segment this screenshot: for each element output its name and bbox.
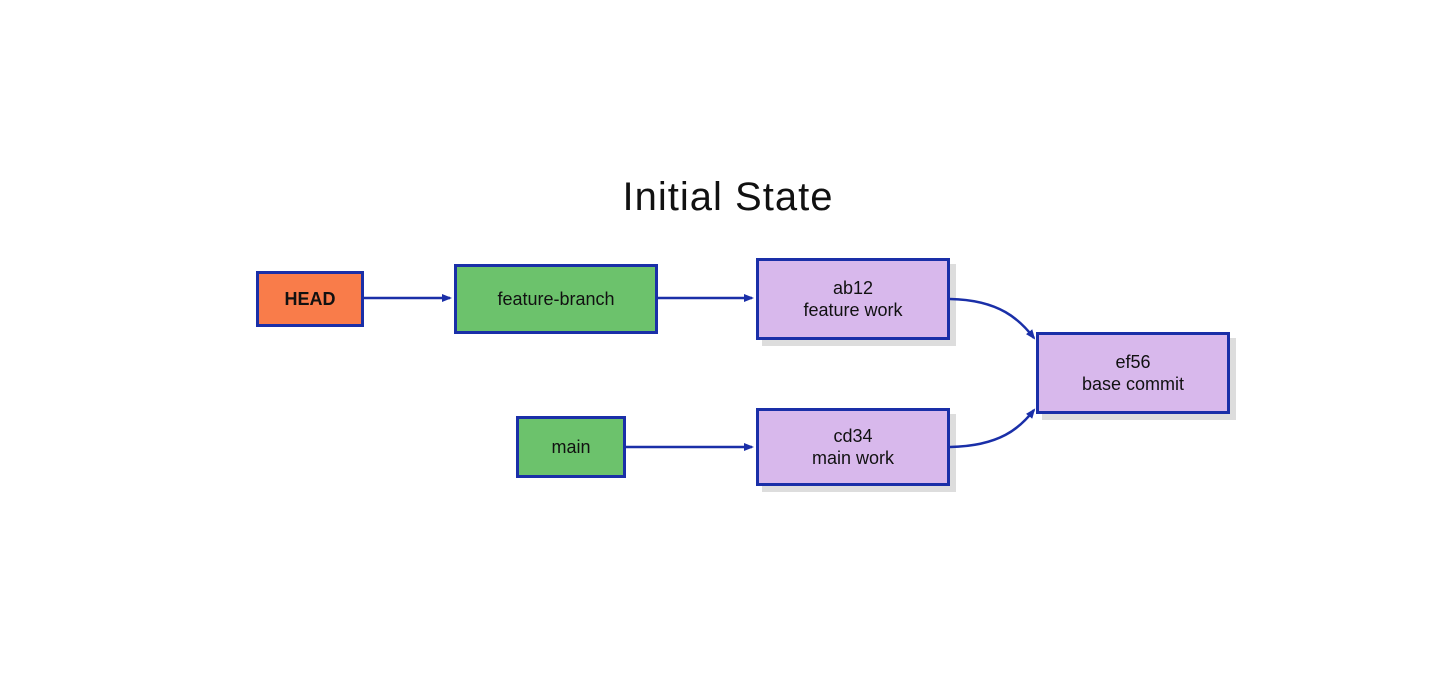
node-commit-ab12-hash: ab12 bbox=[833, 277, 873, 300]
node-feature-branch: feature-branch bbox=[454, 264, 658, 334]
node-feature-branch-label: feature-branch bbox=[497, 288, 614, 311]
arrow-ab12-to-ef56 bbox=[950, 299, 1034, 338]
node-commit-cd34: cd34 main work bbox=[756, 408, 950, 486]
node-commit-ab12: ab12 feature work bbox=[756, 258, 950, 340]
node-commit-ef56-hash: ef56 bbox=[1115, 351, 1150, 374]
node-commit-ef56-desc: base commit bbox=[1082, 373, 1184, 396]
arrows bbox=[0, 0, 1456, 679]
node-head: HEAD bbox=[256, 271, 364, 327]
node-head-label: HEAD bbox=[284, 288, 335, 311]
diagram-canvas: Initial State HEAD feature-branch main a… bbox=[0, 0, 1456, 679]
node-commit-ab12-desc: feature work bbox=[803, 299, 902, 322]
arrow-cd34-to-ef56 bbox=[950, 410, 1034, 447]
node-commit-cd34-desc: main work bbox=[812, 447, 894, 470]
node-main: main bbox=[516, 416, 626, 478]
diagram-title: Initial State bbox=[0, 175, 1456, 220]
node-commit-cd34-hash: cd34 bbox=[833, 425, 872, 448]
node-main-label: main bbox=[551, 436, 590, 459]
node-commit-ef56: ef56 base commit bbox=[1036, 332, 1230, 414]
